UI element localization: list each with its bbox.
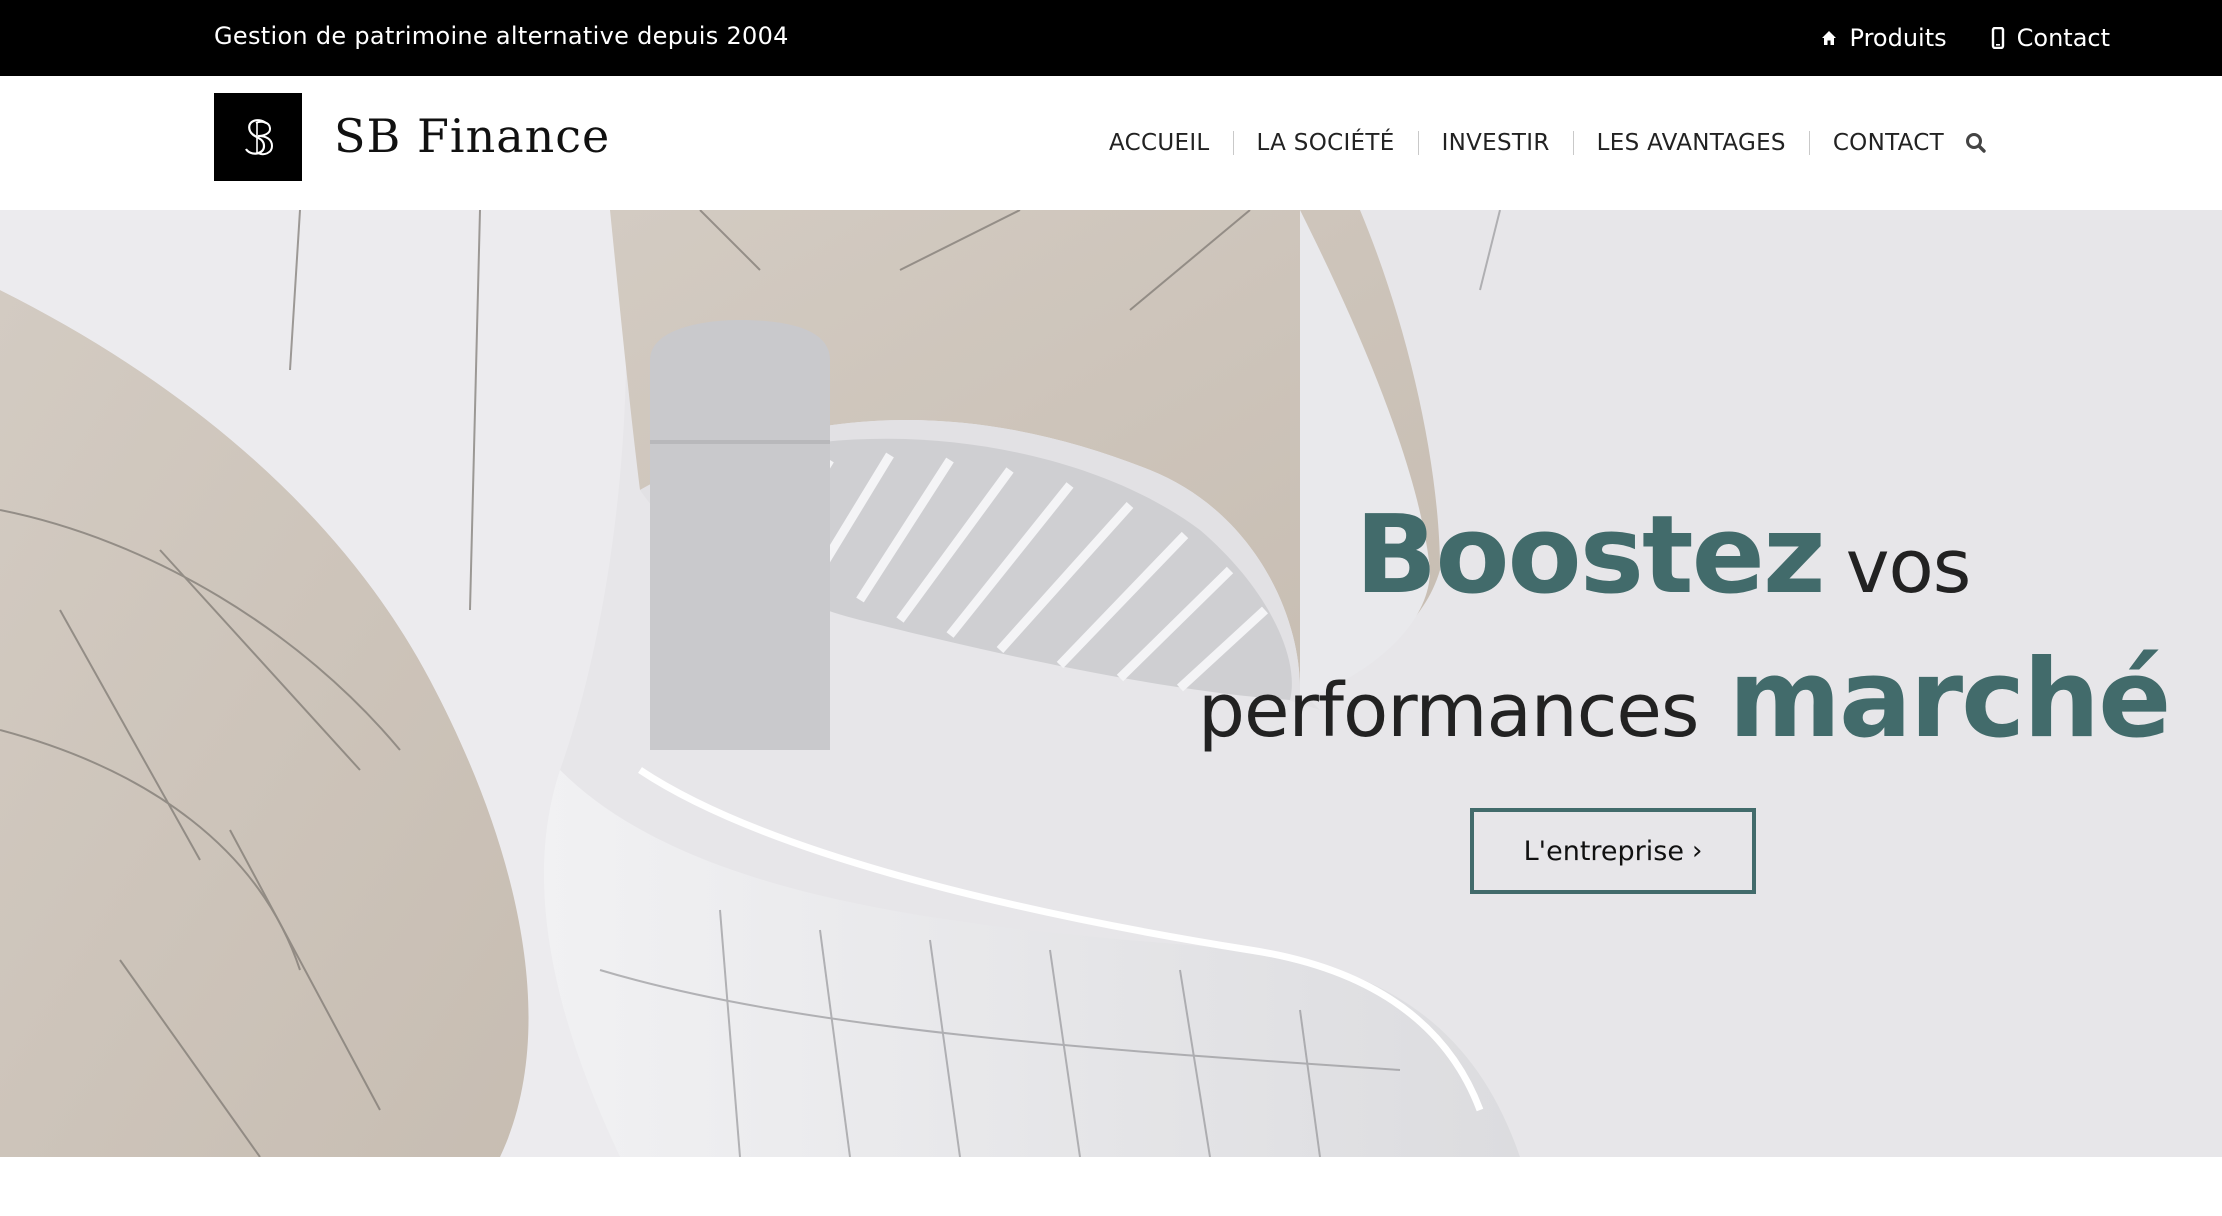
top-link-contact[interactable]: Contact xyxy=(1991,24,2110,52)
site-header: SB Finance ACCUEIL LA SOCIÉTÉ INVESTIR L… xyxy=(0,76,2222,210)
top-bar: Gestion de patrimoine alternative depuis… xyxy=(0,0,2222,76)
entreprise-button-label: L'entreprise xyxy=(1523,835,1684,867)
headline-line-1: Boostez vos xyxy=(1355,502,1972,610)
page-bottom xyxy=(0,1157,2222,1216)
hero-banner: Boostez vos performances marché L'entrepri… xyxy=(0,210,2222,1157)
main-nav: ACCUEIL LA SOCIÉTÉ INVESTIR LES AVANTAGE… xyxy=(1086,76,1967,210)
nav-les-avantages[interactable]: LES AVANTAGES xyxy=(1574,130,1809,156)
search-icon xyxy=(1966,133,1986,153)
headline-boostez: Boostez xyxy=(1355,493,1826,618)
home-icon xyxy=(1821,31,1836,45)
tagline: Gestion de patrimoine alternative depuis… xyxy=(214,22,789,50)
headline-vos: vos xyxy=(1845,524,1972,610)
top-link-produits[interactable]: Produits xyxy=(1820,24,1947,52)
top-links: Produits Contact xyxy=(1776,0,2110,76)
top-link-contact-label: Contact xyxy=(2016,24,2110,52)
entreprise-button[interactable]: L'entreprise › xyxy=(1470,808,1756,894)
headline-marche: marché xyxy=(1728,637,2171,762)
brand-name[interactable]: SB Finance xyxy=(334,106,610,166)
nav-investir[interactable]: INVESTIR xyxy=(1419,130,1573,156)
nav-contact[interactable]: CONTACT xyxy=(1810,130,1967,156)
nav-accueil[interactable]: ACCUEIL xyxy=(1086,130,1233,156)
search-button[interactable] xyxy=(1962,129,1990,157)
headline-line-2: performances marché xyxy=(1198,646,2171,754)
logo[interactable] xyxy=(214,93,302,181)
top-link-produits-label: Produits xyxy=(1849,24,1947,52)
hero-headline: Boostez vos performances marché xyxy=(0,210,2222,1157)
sb-monogram-icon xyxy=(245,119,274,156)
nav-la-societe[interactable]: LA SOCIÉTÉ xyxy=(1234,130,1418,156)
headline-performances: performances xyxy=(1198,668,1699,754)
chevron-right-icon: › xyxy=(1691,836,1703,866)
mobile-phone-icon xyxy=(1991,27,2004,49)
